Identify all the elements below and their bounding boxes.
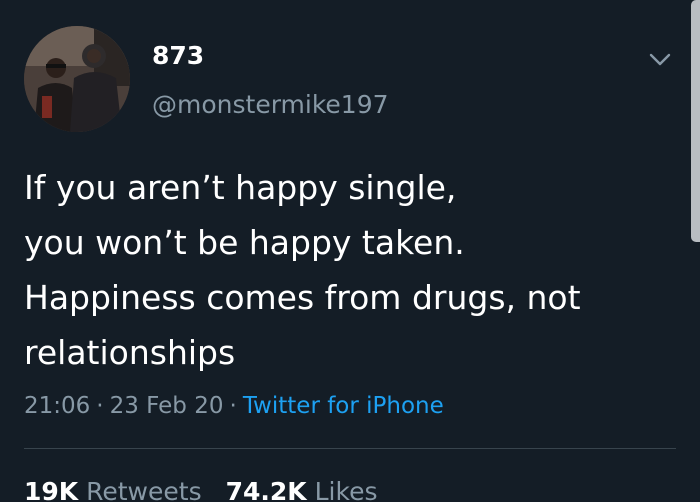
- divider: [24, 448, 676, 449]
- chevron-down-icon[interactable]: [645, 44, 675, 74]
- tweet-text: If you aren’t happy single, you won’t be…: [24, 168, 581, 372]
- profile-photo-image: [24, 26, 130, 132]
- tweet-date: 23 Feb 20: [109, 393, 224, 419]
- tweet-time: 21:06: [24, 393, 91, 419]
- scrollbar[interactable]: [691, 0, 700, 242]
- retweets-count: 19K: [24, 477, 79, 502]
- meta-separator: ·: [96, 393, 104, 419]
- tweet-source-link[interactable]: Twitter for iPhone: [243, 393, 444, 419]
- user-handle[interactable]: @monstermike197: [152, 88, 389, 122]
- likes-count: 74.2K: [225, 477, 307, 502]
- tweet-card: 873 @monstermike197 If you aren’t happy …: [0, 0, 700, 502]
- likes-label: Likes: [314, 477, 378, 502]
- tweet-meta: 21:06 · 23 Feb 20 · Twitter for iPhone: [24, 388, 444, 424]
- likes-stat[interactable]: 74.2K Likes: [226, 477, 378, 502]
- retweets-stat[interactable]: 19K Retweets: [24, 477, 202, 502]
- retweets-label: Retweets: [86, 477, 202, 502]
- meta-separator-2: ·: [229, 393, 237, 419]
- tweet-stats: 19K Retweets 74.2K Likes: [24, 474, 401, 502]
- display-name[interactable]: 873: [152, 38, 204, 74]
- avatar[interactable]: [24, 26, 130, 132]
